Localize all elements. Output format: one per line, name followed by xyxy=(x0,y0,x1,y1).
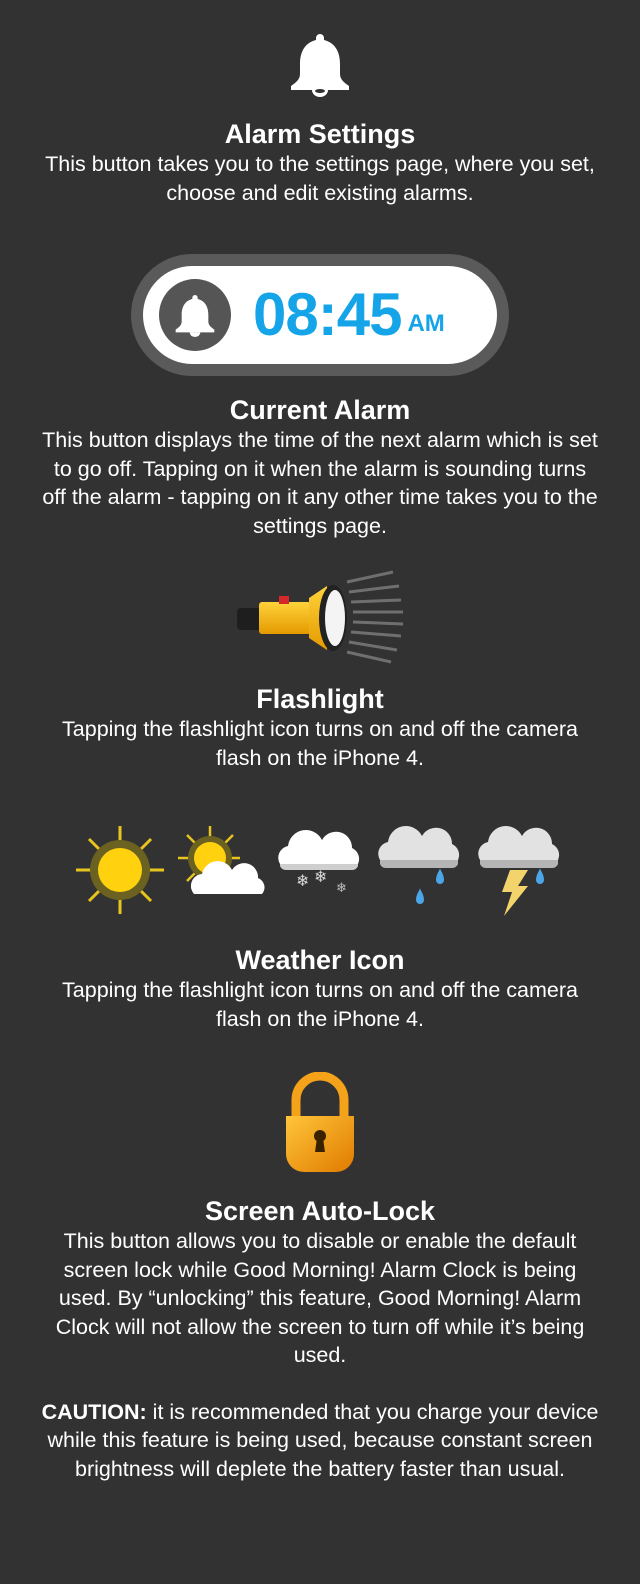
snow-icon[interactable]: ❄ ❄ ❄ xyxy=(272,822,368,918)
weather-icons-row: ❄ ❄ ❄ xyxy=(72,822,568,918)
svg-text:❄: ❄ xyxy=(296,871,309,890)
alarm-bell-badge xyxy=(159,279,231,351)
weather-description: Tapping the flashlight icon turns on and… xyxy=(62,978,578,1031)
bell-icon xyxy=(175,295,215,337)
auto-lock-section: Screen Auto-Lock This button allows you … xyxy=(0,1195,640,1483)
alarm-settings-section: Alarm Settings This button takes you to … xyxy=(0,118,640,207)
current-alarm-description: This button displays the time of the nex… xyxy=(42,428,598,538)
current-alarm-inner: 08:45 AM xyxy=(143,266,497,364)
flashlight-section: Flashlight Tapping the flashlight icon t… xyxy=(0,683,640,772)
partly-cloudy-icon[interactable] xyxy=(172,822,268,918)
svg-text:❄: ❄ xyxy=(336,881,347,896)
padlock-icon[interactable] xyxy=(282,1072,358,1176)
rain-icon[interactable] xyxy=(372,822,468,918)
flashlight-description: Tapping the flashlight icon turns on and… xyxy=(62,717,578,770)
current-alarm-button-wrap: 08:45 AM xyxy=(0,254,640,376)
flashlight-title: Flashlight xyxy=(256,684,384,714)
sun-icon[interactable] xyxy=(72,822,168,918)
auto-lock-title: Screen Auto-Lock xyxy=(204,1196,436,1226)
alarm-settings-title: Alarm Settings xyxy=(224,119,416,149)
alarm-ampm: AM xyxy=(407,310,445,337)
alarm-settings-icon-wrap xyxy=(0,30,640,98)
caution-label: CAUTION: xyxy=(41,1399,147,1424)
flashlight-icon[interactable] xyxy=(235,570,405,666)
bell-icon[interactable] xyxy=(287,30,353,98)
current-alarm-section: Current Alarm This button displays the t… xyxy=(0,394,640,540)
flashlight-icon-wrap xyxy=(0,570,640,666)
alarm-time: 08:45 xyxy=(253,281,402,348)
weather-title: Weather Icon xyxy=(235,945,405,975)
current-alarm-title: Current Alarm xyxy=(229,395,411,425)
svg-text:❄: ❄ xyxy=(314,867,327,886)
caution-paragraph: CAUTION: it is recommended that you char… xyxy=(0,1398,640,1484)
padlock-icon-wrap xyxy=(0,1072,640,1176)
thunderstorm-icon[interactable] xyxy=(472,822,568,918)
alarm-settings-description: This button takes you to the settings pa… xyxy=(45,152,595,205)
current-alarm-button[interactable]: 08:45 AM xyxy=(131,254,509,376)
auto-lock-description: This button allows you to disable or ena… xyxy=(55,1229,585,1367)
weather-section: Weather Icon Tapping the flashlight icon… xyxy=(0,944,640,1033)
weather-icons-wrap: ❄ ❄ ❄ xyxy=(0,822,640,918)
